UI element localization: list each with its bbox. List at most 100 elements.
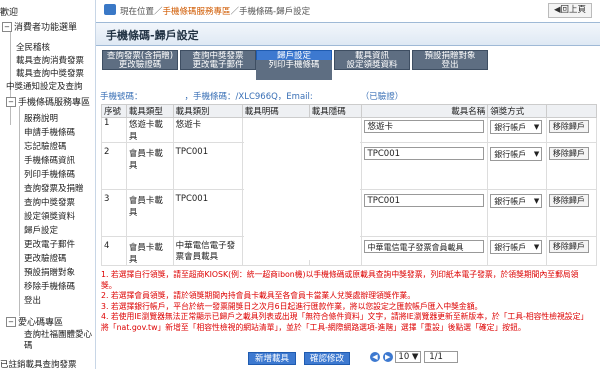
- sidebar-item-winning-notify[interactable]: 中獎通知設定及查詢: [6, 80, 83, 92]
- note-1: 1. 若選擇自行領獎，請至超商KIOSK(例：統一超商ibon機)以手機條碼或原…: [101, 270, 579, 290]
- page-size-select[interactable]: 10 ▼: [395, 351, 422, 363]
- account-info: 手機號碼： ，手機條碼：/XLC966Q，Email: （已驗證）: [100, 90, 403, 102]
- row-name-cell: 悠遊卡: [360, 117, 489, 143]
- remove-button[interactable]: 移除歸戶: [548, 147, 589, 160]
- carrier-name-input[interactable]: 悠遊卡: [363, 120, 484, 133]
- sidebar-item-remove-barcode[interactable]: 移除手機條碼: [24, 280, 75, 292]
- row-type: 會員卡載具: [125, 142, 174, 190]
- row-no: 4: [101, 236, 127, 266]
- tab-label: 登出: [441, 60, 459, 70]
- tab-label: 更改驗證碼: [118, 60, 162, 70]
- tab-prize-settings[interactable]: 設定領獎資料: [334, 60, 410, 80]
- page-title-bar: 手機條碼-歸戶設定: [96, 22, 600, 46]
- row-method-cell: 銀行帳戶 ▼: [487, 189, 547, 237]
- carrier-name-input[interactable]: TPC001: [363, 194, 484, 207]
- next-page-icon[interactable]: ▶: [382, 352, 393, 362]
- row-no: 1: [101, 117, 127, 143]
- prize-method-select[interactable]: 銀行帳戶 ▼: [490, 240, 543, 254]
- carrier-name-input[interactable]: 中華電信電子發票會員載具: [363, 240, 484, 253]
- tab-label: 列印手機條碼: [268, 60, 320, 70]
- prize-method-select[interactable]: 銀行帳戶 ▼: [490, 194, 543, 208]
- col-no: 序號: [101, 104, 127, 118]
- row-type: 悠遊卡載具: [125, 117, 174, 143]
- collapse-icon[interactable]: −: [6, 316, 16, 327]
- barcode-info: ，手機條碼：/XLC966Q，Email:: [184, 92, 313, 102]
- row-category: 中華電信電子發票會員載具: [172, 236, 243, 266]
- tab-change-email[interactable]: 更改電子郵件: [180, 60, 256, 80]
- sidebar-item-collect-settings[interactable]: 歸戶設定: [24, 224, 58, 236]
- redacted-area: [244, 118, 360, 260]
- row-method-cell: 銀行帳戶 ▼: [487, 117, 547, 143]
- select-value: 銀行帳戶: [494, 243, 527, 252]
- row-action-cell: 移除歸戶: [545, 142, 598, 190]
- remove-button[interactable]: 移除歸戶: [548, 194, 589, 207]
- chevron-down-icon: ▼: [533, 197, 540, 205]
- breadcrumb-bar: 現在位置／手機條碼服務專區／手機條碼-歸戶設定 ◀回上頁: [96, 0, 600, 22]
- remove-button[interactable]: 移除歸戶: [548, 120, 589, 133]
- sidebar-item-apply-barcode[interactable]: 申請手機條碼: [24, 126, 75, 138]
- col-name: 載具名稱: [360, 104, 489, 118]
- section-consumer[interactable]: − 消費者功能選單: [2, 20, 77, 33]
- sidebar-item-query-winning[interactable]: 查詢中獎發票: [24, 196, 75, 208]
- row-category: TPC001: [172, 189, 243, 237]
- row-action-cell: 移除歸戶: [545, 117, 598, 143]
- page-indicator[interactable]: 1/1: [424, 351, 459, 363]
- sidebar-item-query-invoice[interactable]: 查詢發票及捐贈: [24, 182, 84, 194]
- sidebar-item-carrier-invoice[interactable]: 載具查詢消費發票: [16, 54, 84, 66]
- row-no: 2: [101, 142, 127, 190]
- row-action-cell: 移除歸戶: [545, 236, 598, 266]
- row-name-cell: 中華電信電子發票會員載具: [360, 236, 489, 266]
- sidebar-item-cancelled-carrier[interactable]: 已註銷載具查詢發票: [0, 358, 77, 370]
- sidebar-item-carrier-winning[interactable]: 載具查詢中獎發票: [16, 67, 84, 79]
- col-plain: 載具明碼: [241, 104, 310, 118]
- remove-button[interactable]: 移除歸戶: [548, 240, 589, 253]
- tab-logout[interactable]: 登出: [412, 60, 488, 80]
- collapse-icon[interactable]: −: [6, 96, 16, 107]
- phone-label: 手機號碼：: [100, 92, 143, 102]
- prize-method-select[interactable]: 銀行帳戶 ▼: [490, 147, 543, 161]
- carrier-name-input[interactable]: TPC001: [363, 147, 484, 160]
- tab-change-code[interactable]: 更改驗證碼: [102, 60, 178, 80]
- sidebar-item-love-code[interactable]: 查詢社福團體愛心碼: [24, 330, 92, 352]
- section-love-label: 愛心碼專區: [18, 318, 64, 328]
- collapse-icon[interactable]: −: [2, 21, 12, 32]
- row-no: 3: [101, 189, 127, 237]
- row-name-cell: TPC001: [360, 142, 489, 190]
- note-4: 4. 若使用IE瀏覽器無法正常顯示已歸戶之載具列表或出現「無符合條件資料」文字，…: [101, 312, 589, 332]
- sidebar-item-audit[interactable]: 全民稽核: [16, 41, 50, 53]
- prev-page-icon[interactable]: ◀: [370, 352, 380, 362]
- back-button[interactable]: ◀回上頁: [548, 3, 592, 18]
- home-icon[interactable]: [104, 4, 116, 15]
- sidebar-item-print-barcode[interactable]: 列印手機條碼: [24, 168, 75, 180]
- breadcrumb: 現在位置／手機條碼服務專區／手機條碼-歸戶設定: [120, 5, 310, 17]
- select-value: 銀行帳戶: [494, 123, 527, 132]
- sidebar-item-service-info[interactable]: 服務說明: [24, 112, 58, 124]
- page-size-value: 10: [398, 352, 410, 362]
- pagination: ◀ ▶ 10 ▼ 1/1: [370, 351, 459, 363]
- tab-label: 更改電子郵件: [192, 60, 244, 70]
- sidebar-item-change-email[interactable]: 更改電子郵件: [24, 238, 75, 250]
- tab-print-barcode[interactable]: 列印手機條碼: [256, 60, 332, 80]
- row-type: 會員卡載具: [125, 189, 174, 237]
- sidebar: 歡迎 − 消費者功能選單 全民稽核 載具查詢消費發票 載具查詢中獎發票 中獎通知設…: [0, 0, 96, 370]
- sidebar-item-prize-settings[interactable]: 設定領獎資料: [24, 210, 75, 222]
- section-love-code[interactable]: − 愛心碼專區: [6, 315, 63, 328]
- breadcrumb-prefix: 現在位置／: [120, 7, 163, 17]
- sidebar-item-change-code[interactable]: 更改驗證碼: [24, 252, 67, 264]
- verified-badge: （已驗證）: [360, 92, 404, 102]
- confirm-button[interactable]: 確認修改: [304, 352, 350, 365]
- sidebar-item-forgot-code[interactable]: 忘記驗證碼: [24, 140, 67, 152]
- add-carrier-button[interactable]: 新增載具: [248, 352, 296, 365]
- select-value: 銀行帳戶: [494, 197, 527, 206]
- sidebar-item-barcode-info[interactable]: 手機條碼資訊: [24, 154, 75, 166]
- col-hidden: 載具隱碼: [308, 104, 362, 118]
- breadcrumb-current: ／手機條碼-歸戶設定: [230, 7, 311, 17]
- sidebar-item-logout[interactable]: 登出: [24, 294, 41, 306]
- tab-label: 設定領獎資料: [346, 60, 398, 70]
- prize-method-select[interactable]: 銀行帳戶 ▼: [490, 120, 543, 134]
- sidebar-item-default-donation[interactable]: 預設捐贈對象: [24, 266, 75, 278]
- row-name-cell: TPC001: [360, 189, 489, 237]
- breadcrumb-link[interactable]: 手機條碼服務專區: [163, 7, 231, 17]
- note-2: 2. 若選擇會員領獎，請於領獎期間內持會員卡載具至各會員卡當業人兌獎處辦理領獎作…: [101, 291, 415, 300]
- col-category: 載具類別: [172, 104, 243, 118]
